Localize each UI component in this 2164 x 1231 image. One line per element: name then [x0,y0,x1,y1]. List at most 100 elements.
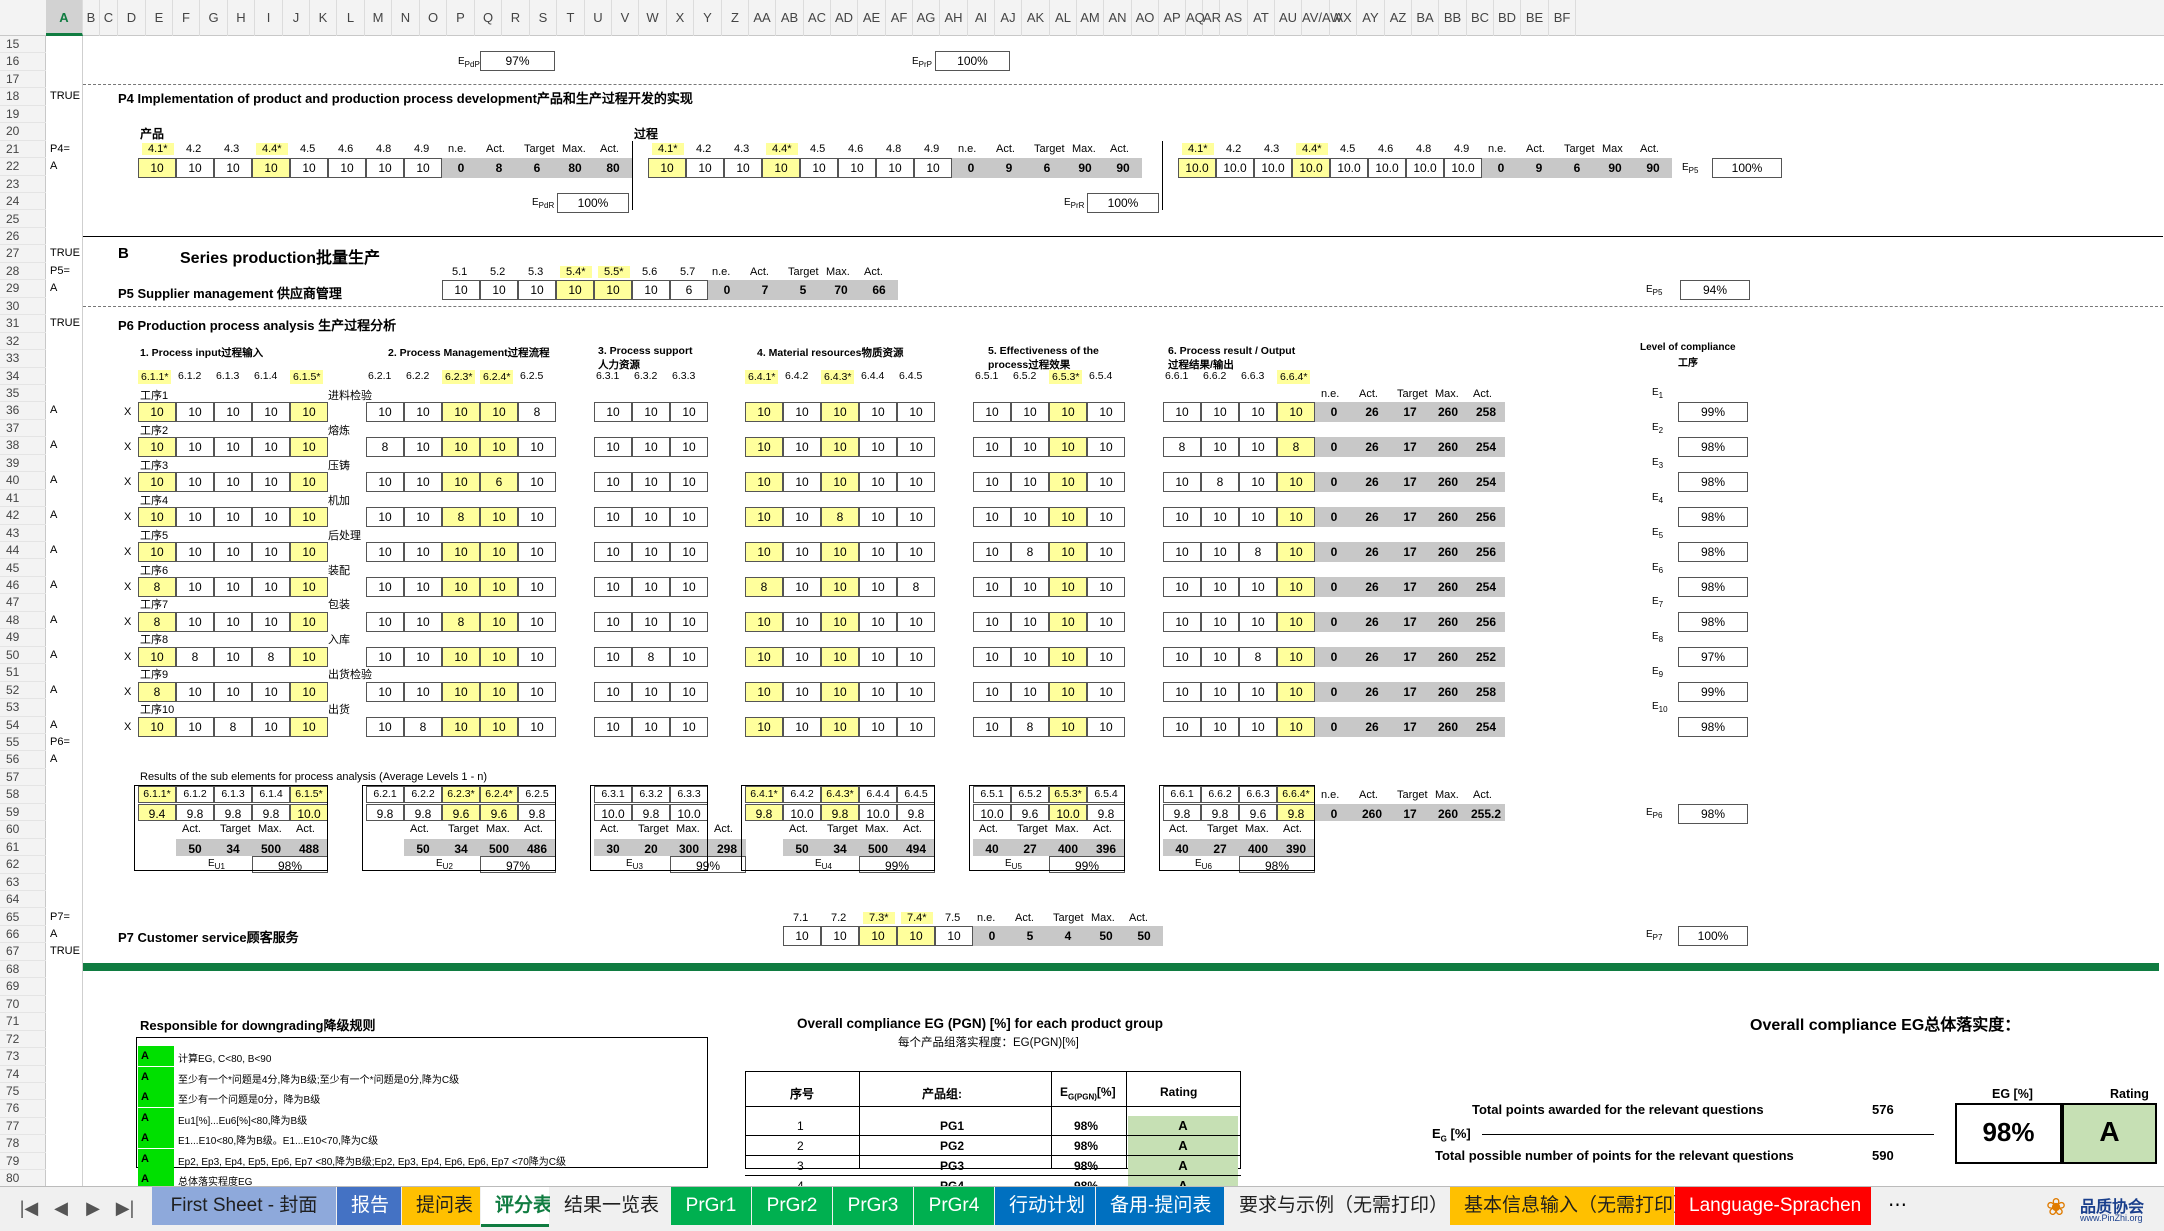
score-cell[interactable]: 10 [442,402,480,423]
score-cell[interactable]: 10 [670,402,708,423]
column-header-AO[interactable]: AO [1132,0,1159,36]
score-cell[interactable]: 50 [1087,925,1125,946]
row-header-41[interactable]: 41 [0,490,46,508]
score-cell[interactable]: 8 [442,507,480,528]
score-cell[interactable]: 10 [670,472,708,493]
col-a-cell[interactable]: A [50,474,57,486]
score-cell[interactable]: 10 [1087,646,1125,667]
score-cell[interactable]: 10 [973,646,1011,667]
column-header-C[interactable]: C [100,0,118,36]
row-header-67[interactable]: 67 [0,943,46,961]
score-cell[interactable]: 90 [1066,158,1104,179]
score-cell[interactable]: 10 [252,681,290,702]
score-cell[interactable]: 10 [480,542,518,563]
score-cell[interactable]: 10 [914,158,952,179]
score-cell[interactable]: 10 [1201,646,1239,667]
score-cell[interactable]: 10 [214,646,252,667]
column-header-AF[interactable]: AF [886,0,913,36]
score-cell[interactable]: 10 [480,507,518,528]
e-process-value[interactable]: 99% [1678,402,1748,423]
score-cell[interactable]: 10 [859,576,897,597]
row-header-34[interactable]: 34 [0,368,46,385]
column-header-AT[interactable]: AT [1248,0,1275,36]
col-a-cell[interactable]: A [50,509,57,521]
column-header-AP[interactable]: AP [1159,0,1186,36]
score-cell[interactable]: 10 [404,542,442,563]
score-cell[interactable]: 5 [1011,925,1049,946]
e-p7-value[interactable]: 100% [1678,925,1748,946]
score-cell[interactable]: 8 [138,576,176,597]
score-cell[interactable]: 0 [1315,437,1353,458]
row-header-71[interactable]: 71 [0,1013,46,1031]
column-header-L[interactable]: L [337,0,365,36]
row-header-59[interactable]: 59 [0,804,46,822]
score-cell[interactable]: 26 [1353,576,1391,597]
score-cell[interactable]: 0 [442,158,480,179]
score-cell[interactable]: 10 [1201,611,1239,632]
column-header-O[interactable]: O [420,0,447,36]
score-cell[interactable]: 10 [176,542,214,563]
row-header-21[interactable]: 21 [0,141,46,159]
row-header-49[interactable]: 49 [0,629,46,647]
score-cell[interactable]: 10 [859,542,897,563]
score-cell[interactable]: 10 [1087,472,1125,493]
column-header-AN[interactable]: AN [1104,0,1132,36]
score-cell[interactable]: 10 [1239,402,1277,423]
score-cell[interactable]: 10 [176,611,214,632]
score-cell[interactable]: 10 [366,681,404,702]
score-cell[interactable]: 4 [1049,925,1087,946]
row-header-77[interactable]: 77 [0,1118,46,1136]
column-header-K[interactable]: K [310,0,337,36]
row-header-63[interactable]: 63 [0,874,46,892]
score-cell[interactable]: 10 [745,716,783,737]
row-header-18[interactable]: 18 [0,88,46,106]
score-cell[interactable]: 10 [366,402,404,423]
column-header-AS[interactable]: AS [1220,0,1248,36]
score-cell[interactable]: 10 [1011,437,1049,458]
row-header-44[interactable]: 44 [0,542,46,560]
score-cell[interactable]: 8 [897,576,935,597]
score-cell[interactable]: 10 [1201,716,1239,737]
col-a-cell[interactable]: A [50,160,57,172]
score-cell[interactable]: 10 [897,611,935,632]
score-cell[interactable]: 10 [1011,681,1049,702]
sheet-tab-9[interactable]: PrGr4 [914,1187,994,1225]
score-cell[interactable]: 10 [745,437,783,458]
column-header-BB[interactable]: BB [1439,0,1467,36]
score-cell[interactable]: 10 [1277,611,1315,632]
column-header-AG[interactable]: AG [913,0,940,36]
score-cell[interactable]: 6 [1028,158,1066,179]
sheet-nav-prev[interactable]: ◀ [46,1189,76,1227]
score-cell[interactable]: 10 [783,576,821,597]
rating-value[interactable]: A [2062,1103,2157,1164]
score-cell[interactable]: 10 [783,507,821,528]
score-cell[interactable]: 10 [897,472,935,493]
score-cell[interactable]: 10 [897,437,935,458]
score-cell[interactable]: 10 [290,681,328,702]
row-header-17[interactable]: 17 [0,71,46,89]
score-cell[interactable]: 10 [366,576,404,597]
score-cell[interactable]: 10 [821,716,859,737]
score-cell[interactable]: 10 [1163,611,1201,632]
score-cell[interactable]: 80 [556,158,594,179]
row-header-73[interactable]: 73 [0,1048,46,1066]
grade-cell[interactable]: A [138,1087,174,1108]
score-cell[interactable]: 10 [1163,646,1201,667]
score-cell[interactable]: 10 [973,716,1011,737]
row-header-20[interactable]: 20 [0,123,46,141]
score-cell[interactable]: 66 [860,280,898,301]
column-header-AU[interactable]: AU [1275,0,1302,36]
column-header-F[interactable]: F [173,0,200,36]
row-header-26[interactable]: 26 [0,228,46,246]
score-cell[interactable]: 10 [1277,542,1315,563]
row-header-39[interactable]: 39 [0,455,46,473]
score-cell[interactable]: 0 [1315,576,1353,597]
score-cell[interactable]: 26 [1353,402,1391,423]
column-header-V[interactable]: V [612,0,639,36]
score-cell[interactable]: 10 [518,576,556,597]
score-cell[interactable]: 10 [214,472,252,493]
score-cell[interactable]: 10 [973,402,1011,423]
score-cell[interactable]: 26 [1353,646,1391,667]
score-cell[interactable]: 26 [1353,611,1391,632]
score-cell[interactable]: 10 [290,158,328,179]
